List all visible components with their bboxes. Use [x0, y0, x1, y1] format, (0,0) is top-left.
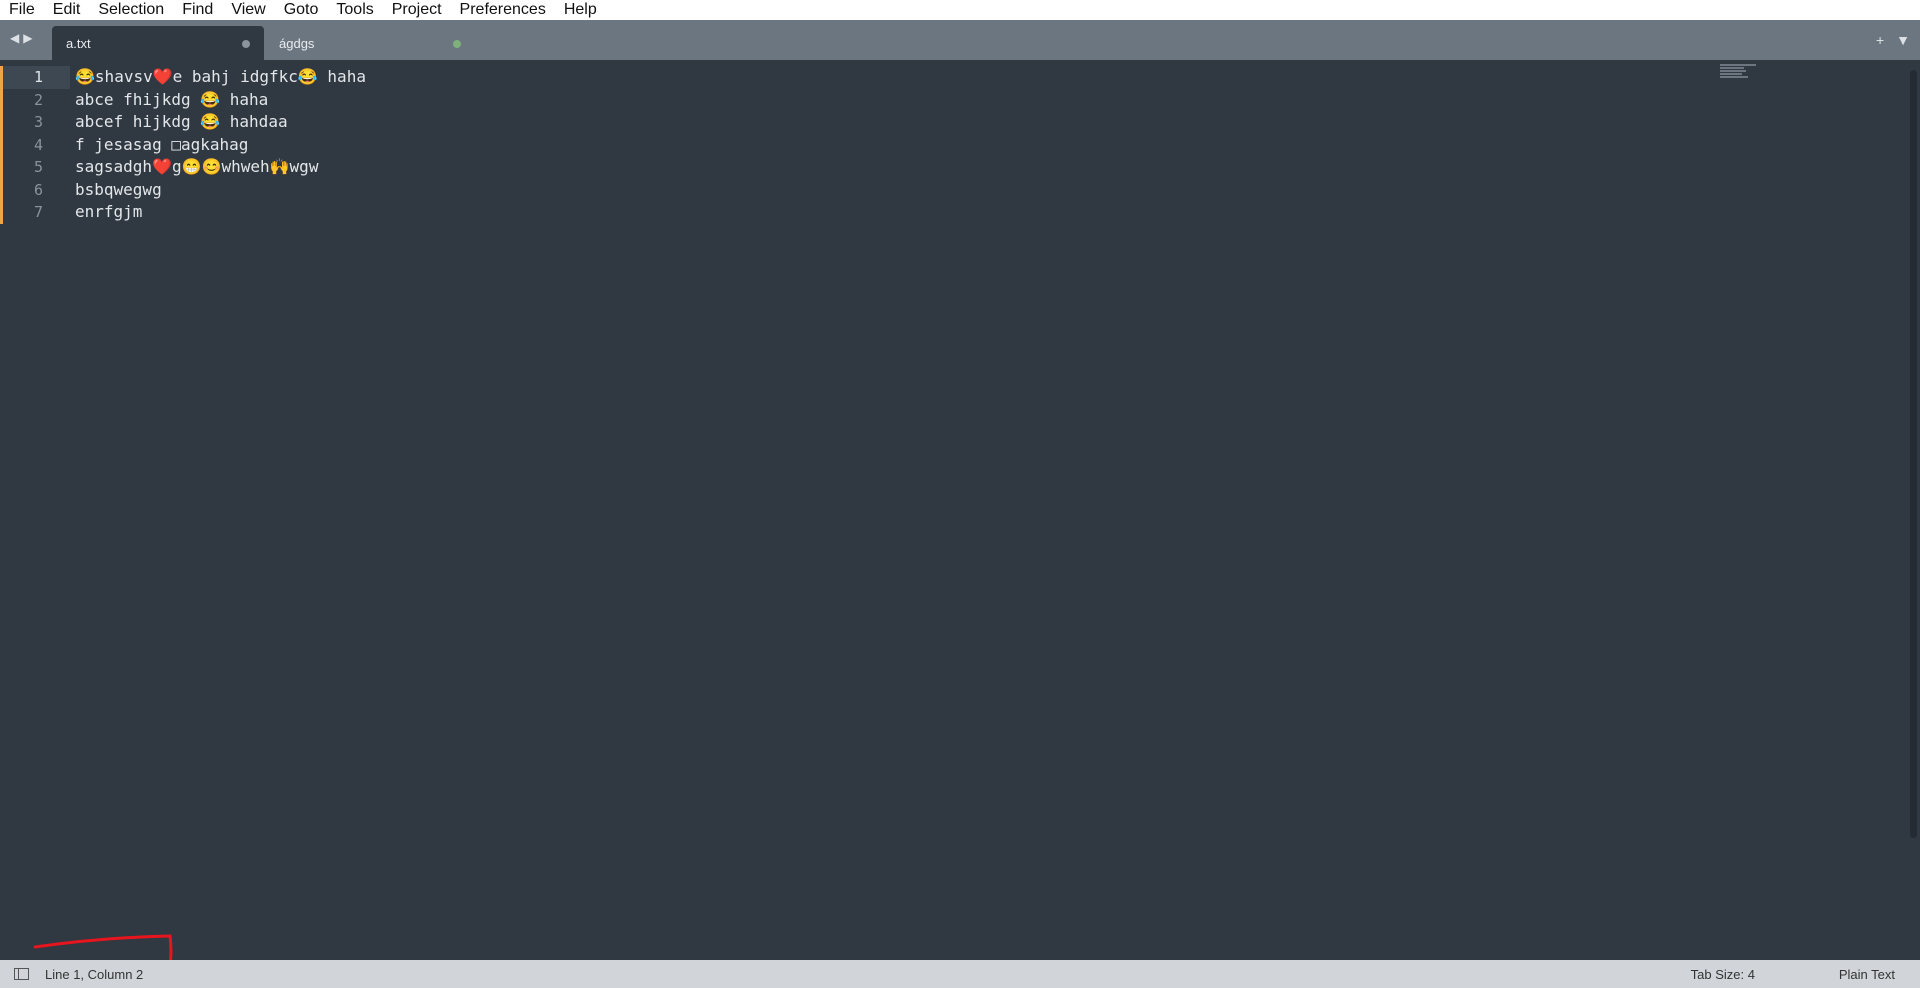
status-bar: Line 1, Column 2 Tab Size: 4 Plain Text — [0, 960, 1920, 988]
chevron-right-icon[interactable]: ▶ — [23, 31, 32, 45]
code-line[interactable]: bsbqwegwg — [75, 179, 1900, 202]
tab-nav: ◀ ▶ — [10, 31, 32, 45]
line-number: 3 — [0, 111, 70, 134]
menu-view[interactable]: View — [222, 0, 274, 20]
menu-goto[interactable]: Goto — [275, 0, 328, 20]
minimap[interactable] — [1720, 64, 1760, 80]
menu-edit[interactable]: Edit — [44, 0, 90, 20]
code-line[interactable]: f jesasag □agkahag — [75, 134, 1900, 157]
unsaved-dot-icon[interactable] — [453, 40, 461, 48]
line-number: 4 — [0, 133, 70, 156]
vertical-scrollbar[interactable] — [1910, 70, 1917, 838]
tab-label: ágdgs — [279, 35, 315, 51]
menu-find[interactable]: Find — [173, 0, 222, 20]
plus-icon[interactable]: + — [1876, 32, 1884, 48]
code-area[interactable]: 😂shavsv❤️e bahj idgfkc😂 haha abce fhijkd… — [75, 66, 1900, 224]
line-number: 1 — [0, 66, 70, 89]
code-line[interactable]: abcef hijkdg 😂 hahdaa — [75, 111, 1900, 134]
chevron-left-icon[interactable]: ◀ — [10, 31, 19, 45]
tab-controls: + ▼ — [1876, 32, 1910, 48]
line-number-gutter: 1 2 3 4 5 6 7 — [0, 66, 70, 224]
panel-toggle-icon[interactable] — [14, 968, 29, 980]
menu-project[interactable]: Project — [383, 0, 451, 20]
cursor-position: Line 1, Column 2 — [45, 967, 144, 982]
menu-tools[interactable]: Tools — [327, 0, 382, 20]
tab-a-txt[interactable]: a.txt — [52, 26, 264, 60]
editor-pane[interactable]: 1 2 3 4 5 6 7 😂shavsv❤️e bahj idgfkc😂 ha… — [0, 60, 1920, 960]
menu-selection[interactable]: Selection — [89, 0, 173, 20]
line-number: 7 — [0, 201, 70, 224]
code-line[interactable]: sagsadgh❤️g😁😊whweh🙌wgw — [75, 156, 1900, 179]
menu-help[interactable]: Help — [555, 0, 606, 20]
syntax-selector[interactable]: Plain Text — [1839, 967, 1895, 982]
chevron-down-icon[interactable]: ▼ — [1896, 32, 1910, 48]
code-line[interactable]: abce fhijkdg 😂 haha — [75, 89, 1900, 112]
menu-bar: File Edit Selection Find View Goto Tools… — [0, 0, 1920, 20]
menu-preferences[interactable]: Preferences — [451, 0, 555, 20]
menu-file[interactable]: File — [0, 0, 44, 20]
tab-label: a.txt — [66, 35, 91, 51]
code-line[interactable]: 😂shavsv❤️e bahj idgfkc😂 haha — [75, 66, 1900, 89]
line-number: 6 — [0, 178, 70, 201]
tab-agdgs[interactable]: ágdgs — [265, 26, 475, 60]
line-number: 2 — [0, 88, 70, 111]
unsaved-dot-icon[interactable] — [242, 40, 250, 48]
tab-bar: ◀ ▶ a.txt ágdgs + ▼ — [0, 20, 1920, 60]
code-line[interactable]: enrfgjm — [75, 201, 1900, 224]
tab-size-selector[interactable]: Tab Size: 4 — [1691, 967, 1755, 982]
line-number: 5 — [0, 156, 70, 179]
